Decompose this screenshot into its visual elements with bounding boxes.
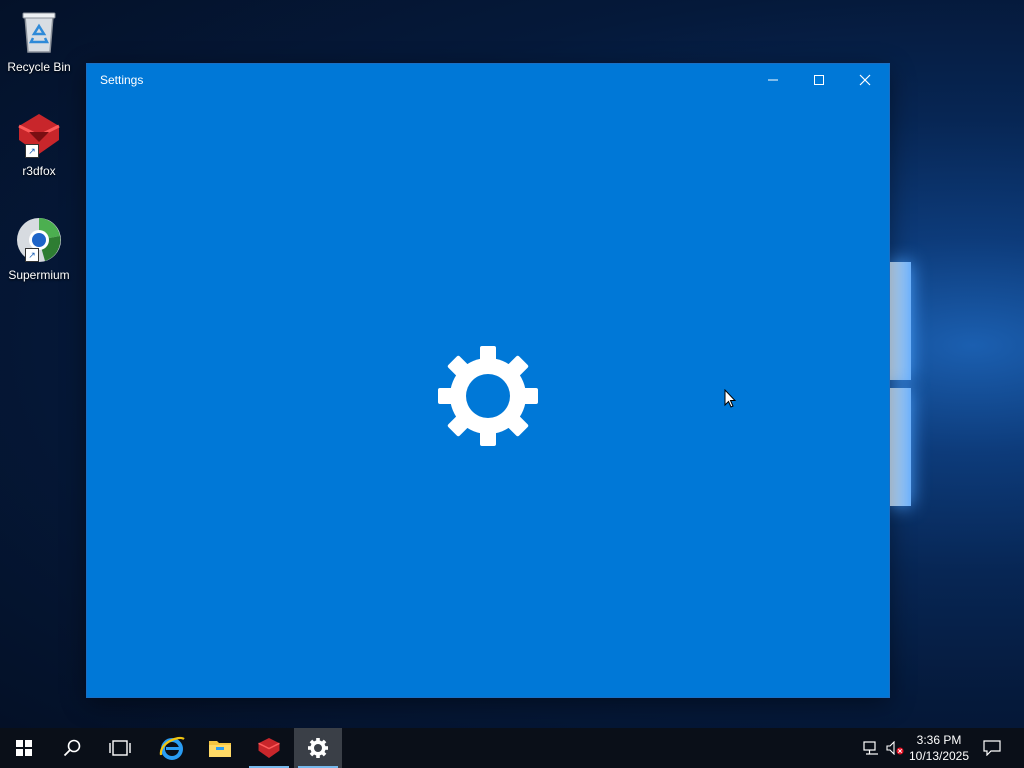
desktop-icon-label: r3dfox: [22, 164, 56, 178]
taskbar-file-explorer[interactable]: [196, 728, 244, 768]
close-button[interactable]: [842, 64, 888, 96]
task-view-icon: [109, 740, 131, 756]
r3dfox-icon: ↗: [15, 112, 63, 160]
close-icon: [859, 74, 871, 86]
minimize-button[interactable]: [750, 64, 796, 96]
title-bar[interactable]: Settings: [87, 64, 889, 96]
desktop-icon-recycle-bin[interactable]: Recycle Bin: [3, 8, 75, 74]
action-center-icon: [983, 740, 1001, 756]
maximize-icon: [814, 75, 824, 85]
gear-icon: [438, 346, 538, 446]
maximize-button[interactable]: [796, 64, 842, 96]
start-icon: [16, 740, 32, 756]
network-icon: [863, 741, 878, 755]
desktop-icon-r3dfox[interactable]: ↗ r3dfox: [3, 112, 75, 178]
search-icon: [63, 739, 81, 757]
file-explorer-icon: [209, 741, 231, 757]
desktop-icon-label: Supermium: [8, 268, 70, 282]
action-center-button[interactable]: [978, 728, 1006, 768]
desktop-windows-logo: [889, 262, 913, 510]
supermium-icon: ↗: [15, 216, 63, 264]
taskbar: 3:36 PM 10/13/2025: [0, 728, 1024, 768]
network-tray-button[interactable]: [860, 728, 882, 768]
taskbar-settings[interactable]: [294, 728, 342, 768]
taskbar-r3dfox[interactable]: [245, 728, 293, 768]
mouse-cursor-icon: [724, 388, 737, 408]
taskbar-clock[interactable]: 3:36 PM 10/13/2025: [900, 728, 978, 768]
taskbar-internet-explorer[interactable]: [148, 728, 196, 768]
shortcut-arrow-icon: ↗: [25, 248, 39, 262]
r3dfox-icon: [258, 738, 280, 758]
recycle-bin-icon: [15, 8, 63, 56]
settings-icon: [308, 738, 328, 758]
desktop-icon-label: Recycle Bin: [7, 60, 71, 74]
desktop-icon-supermium[interactable]: ↗ Supermium: [3, 216, 75, 282]
clock-time: 3:36 PM: [916, 733, 962, 747]
start-button[interactable]: [0, 728, 48, 768]
internet-explorer-icon: [159, 736, 185, 760]
shortcut-arrow-icon: ↗: [25, 144, 39, 158]
task-view-button[interactable]: [96, 728, 144, 768]
search-button[interactable]: [48, 728, 96, 768]
settings-window[interactable]: Settings: [87, 64, 889, 697]
clock-date: 10/13/2025: [908, 749, 970, 763]
minimize-icon: [768, 79, 778, 81]
window-title: Settings: [100, 73, 144, 87]
